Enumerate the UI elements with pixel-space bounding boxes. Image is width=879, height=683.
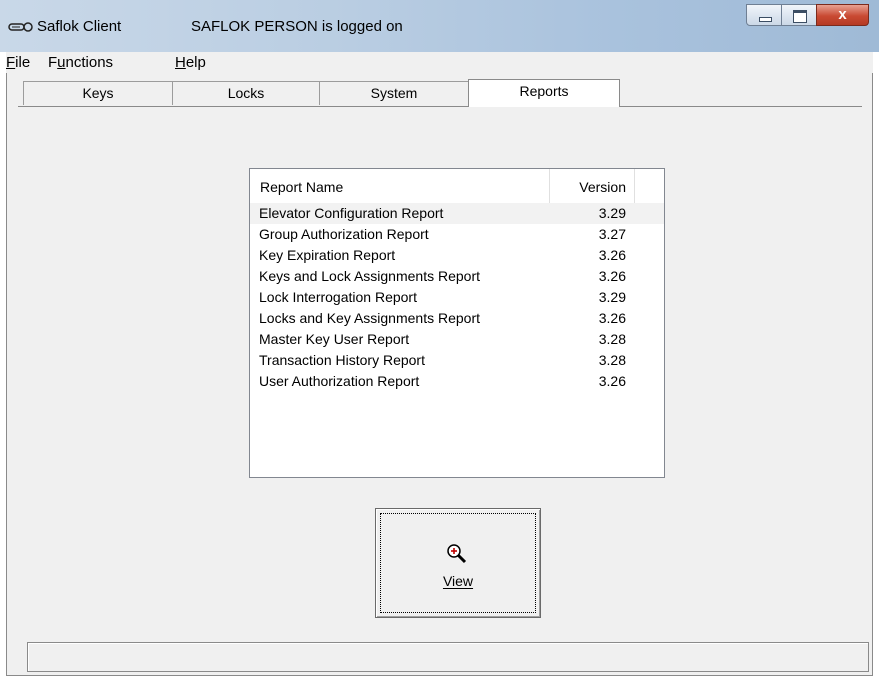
report-name: Keys and Lock Assignments Report (259, 268, 481, 284)
report-row[interactable]: Transaction History Report 3.28 (250, 350, 664, 371)
menu-functions-label-start: F (48, 54, 58, 71)
column-header-version[interactable]: Version (550, 169, 635, 203)
menu-file-mnemonic: F (6, 54, 16, 71)
report-row[interactable]: Elevator Configuration Report 3.29 (250, 203, 664, 224)
report-row[interactable]: Master Key User Report 3.28 (250, 329, 664, 350)
close-button[interactable]: x (816, 4, 869, 26)
menu-bar: File Functions Help (6, 52, 873, 74)
report-version: 3.26 (598, 268, 626, 284)
menu-file[interactable]: File (6, 54, 30, 71)
report-version: 3.29 (598, 205, 626, 221)
menu-functions[interactable]: Functions (48, 54, 113, 71)
menu-help-label: elp (185, 54, 206, 71)
login-status: SAFLOK PERSON is logged on (191, 18, 403, 35)
report-row[interactable]: User Authorization Report 3.26 (250, 371, 664, 392)
report-name: Locks and Key Assignments Report (259, 310, 481, 326)
report-name: User Authorization Report (259, 373, 420, 389)
report-version: 3.26 (598, 247, 626, 263)
report-name: Elevator Configuration Report (259, 205, 444, 221)
report-version: 3.27 (598, 226, 626, 242)
report-row[interactable]: Group Authorization Report 3.27 (250, 224, 664, 245)
report-row[interactable]: Key Expiration Report 3.26 (250, 245, 664, 266)
report-name: Lock Interrogation Report (259, 289, 417, 305)
tab-system[interactable]: System (319, 81, 469, 105)
menu-file-label: ile (15, 54, 31, 71)
key-icon (8, 22, 33, 32)
zoom-in-icon (447, 544, 467, 564)
report-version: 3.29 (598, 289, 626, 305)
menu-functions-label: nctions (65, 54, 114, 71)
status-bar (27, 642, 869, 672)
report-row[interactable]: Lock Interrogation Report 3.29 (250, 287, 664, 308)
reports-list[interactable]: Report Name Version Elevator Configurati… (249, 168, 665, 478)
report-name: Group Authorization Report (259, 226, 429, 242)
report-row[interactable]: Locks and Key Assignments Report 3.26 (250, 308, 664, 329)
menu-help[interactable]: Help (175, 54, 206, 71)
menu-help-mnemonic: H (175, 54, 186, 71)
maximize-icon (793, 10, 807, 23)
report-version: 3.26 (598, 310, 626, 326)
reports-rows: Elevator Configuration Report 3.29 Group A… (250, 203, 664, 392)
minimize-icon (759, 17, 772, 22)
tab-reports[interactable]: Reports (468, 79, 620, 107)
report-name: Master Key User Report (259, 331, 410, 347)
report-version: 3.26 (598, 373, 626, 389)
menu-functions-mnemonic: u (57, 54, 66, 71)
report-version: 3.28 (598, 352, 626, 368)
report-row[interactable]: Keys and Lock Assignments Report 3.26 (250, 266, 664, 287)
title-bar[interactable]: Saflok Client SAFLOK PERSON is logged on… (0, 0, 879, 52)
report-name: Key Expiration Report (259, 247, 396, 263)
tab-locks[interactable]: Locks (172, 81, 320, 105)
window-title: Saflok Client (37, 18, 122, 35)
view-button-label: View (442, 573, 474, 589)
column-header-report-name[interactable]: Report Name (250, 169, 550, 203)
view-button[interactable]: View (375, 508, 541, 618)
tab-keys[interactable]: Keys (23, 81, 173, 105)
close-icon: x (838, 6, 847, 23)
maximize-button[interactable] (781, 4, 817, 26)
report-version: 3.28 (598, 331, 626, 347)
minimize-button[interactable] (746, 4, 782, 26)
report-name: Transaction History Report (259, 352, 425, 368)
